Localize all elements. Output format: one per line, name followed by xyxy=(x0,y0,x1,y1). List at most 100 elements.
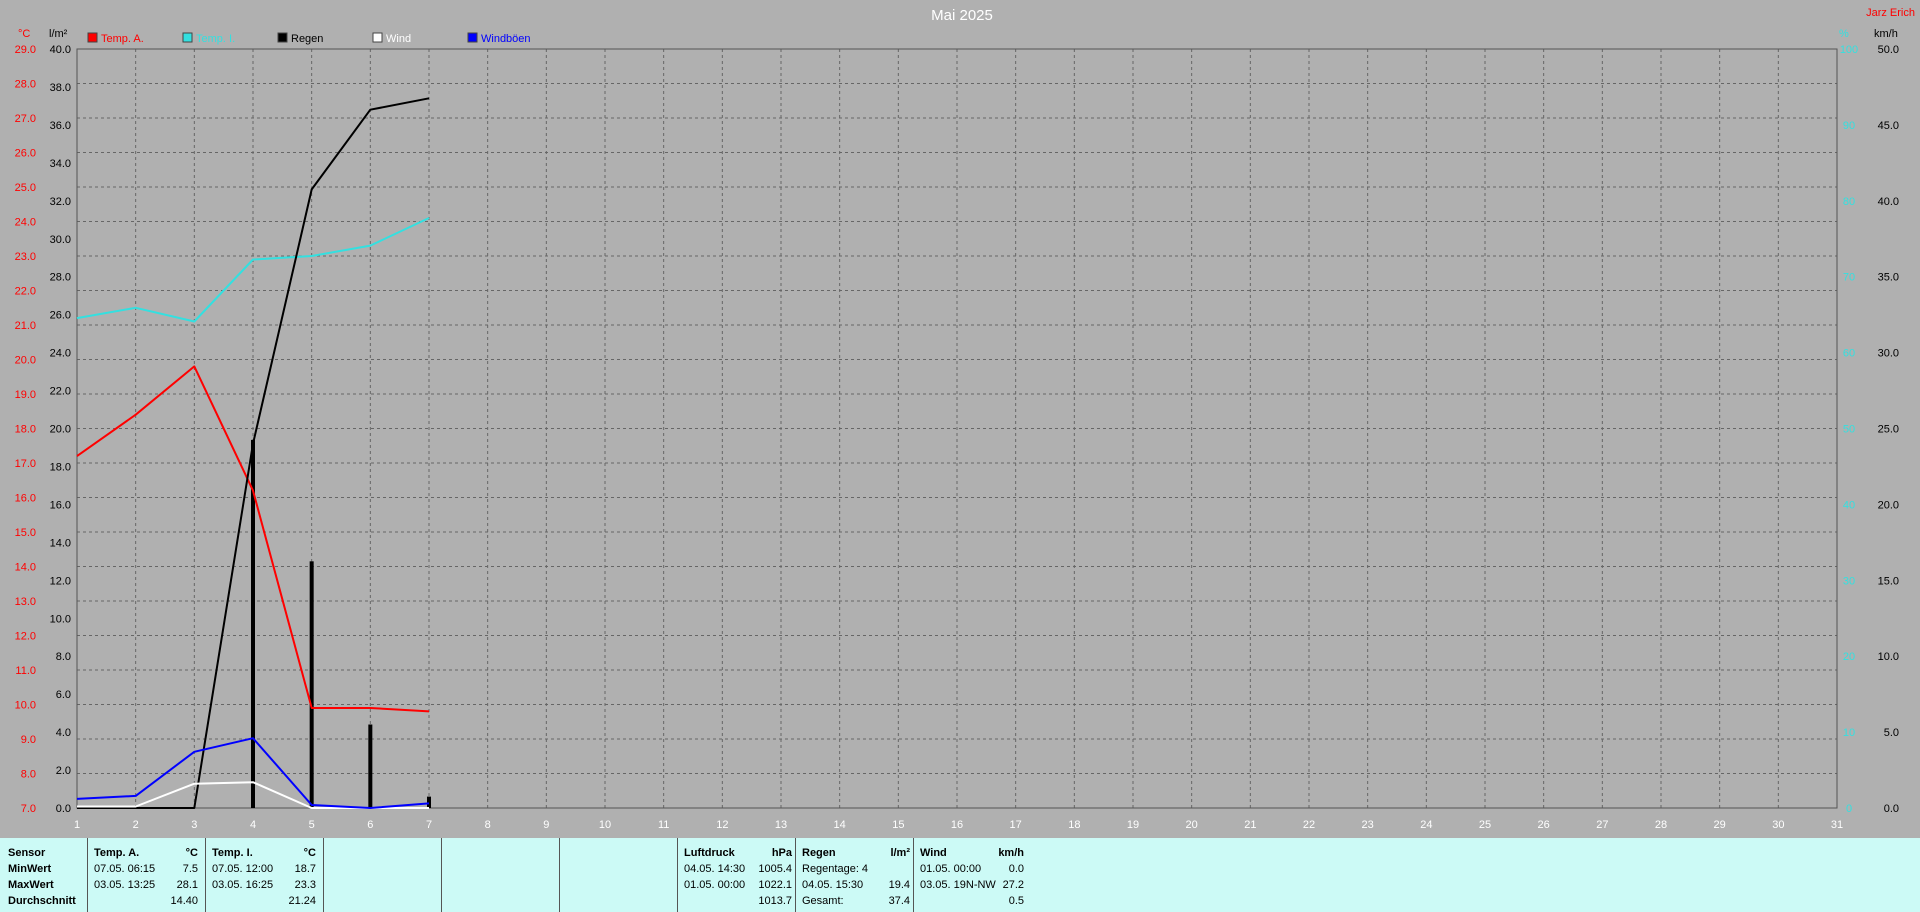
x-tick-label: 8 xyxy=(485,819,491,831)
legend-swatch xyxy=(87,32,98,43)
legend-label: Windböen xyxy=(481,33,531,45)
humidity-tick-label: 70 xyxy=(1843,272,1855,284)
temp-tick-label: 18.0 xyxy=(15,424,36,436)
wind-tick-label: 45.0 xyxy=(1878,120,1899,132)
legend-swatch xyxy=(277,32,288,43)
statistics-panel: Sensor MinWert MaxWert Durchschnitt Temp… xyxy=(0,838,1920,912)
wind-tick-label: 50.0 xyxy=(1878,44,1899,56)
temp-i-avg-value: 21.24 xyxy=(288,895,316,907)
wind-min-value: 0.0 xyxy=(1008,863,1024,875)
rain-axis-unit: l/m² xyxy=(49,28,68,40)
avg-row-label: Durchschnitt xyxy=(8,895,76,907)
wind-max-value: 27.2 xyxy=(1002,879,1024,891)
regen-title: Regen xyxy=(802,847,836,859)
temp-a-avg-value: 14.40 xyxy=(170,895,198,907)
wind-unit: km/h xyxy=(998,847,1024,859)
temp-tick-label: 23.0 xyxy=(15,251,36,263)
x-tick-label: 2 xyxy=(133,819,139,831)
temp-tick-label: 29.0 xyxy=(15,44,36,56)
temp-tick-label: 20.0 xyxy=(15,355,36,367)
temp-i-min-time: 07.05. 12:00 xyxy=(212,863,274,875)
wind-tick-label: 15.0 xyxy=(1878,575,1899,587)
wind-tick-label: 10.0 xyxy=(1878,651,1899,663)
rain-tick-label: 28.0 xyxy=(50,272,71,284)
rain-tick-label: 36.0 xyxy=(50,120,71,132)
wind-tick-label: 20.0 xyxy=(1878,499,1899,511)
x-tick-label: 30 xyxy=(1772,819,1784,831)
x-tick-label: 26 xyxy=(1538,819,1550,831)
legend-label: Regen xyxy=(291,33,323,45)
x-tick-label: 11 xyxy=(658,819,669,831)
x-tick-label: 20 xyxy=(1186,819,1198,831)
rain-bar xyxy=(427,796,431,808)
luftdruck-min-time: 04.05. 14:30 xyxy=(684,863,746,875)
wind-axis-unit: km/h xyxy=(1874,28,1898,40)
wind-title: Wind xyxy=(920,847,947,859)
x-tick-label: 29 xyxy=(1714,819,1726,831)
temp-tick-label: 25.0 xyxy=(15,182,36,194)
x-tick-label: 23 xyxy=(1362,819,1374,831)
temp-tick-label: 16.0 xyxy=(15,493,36,505)
rain-tick-label: 38.0 xyxy=(50,82,71,94)
regen-max-time: 04.05. 15:30 xyxy=(802,879,864,891)
humidity-tick-label: 20 xyxy=(1843,651,1855,663)
temp-tick-label: 10.0 xyxy=(15,700,36,712)
rain-tick-label: 2.0 xyxy=(56,765,71,777)
rain-tick-label: 16.0 xyxy=(50,499,71,511)
humidity-tick-label: 0 xyxy=(1846,803,1852,815)
regen-total-label: Gesamt: xyxy=(802,895,844,907)
min-row-label: MinWert xyxy=(8,863,52,875)
corner-label: Jarz Erich xyxy=(1866,7,1915,19)
x-tick-label: 3 xyxy=(191,819,197,831)
temp-tick-label: 9.0 xyxy=(21,734,36,746)
x-tick-label: 5 xyxy=(309,819,315,831)
x-tick-label: 13 xyxy=(775,819,787,831)
temp-tick-label: 13.0 xyxy=(15,596,36,608)
x-tick-label: 10 xyxy=(599,819,611,831)
wind-max-time: 03.05. 19N-NW xyxy=(920,879,996,891)
temp-tick-label: 8.0 xyxy=(21,769,36,781)
x-tick-label: 24 xyxy=(1420,819,1432,831)
rain-tick-label: 18.0 xyxy=(50,461,71,473)
x-tick-label: 27 xyxy=(1596,819,1608,831)
rain-tick-label: 12.0 xyxy=(50,575,71,587)
rain-bar xyxy=(309,561,314,808)
rain-tick-label: 4.0 xyxy=(56,727,71,739)
luftdruck-unit: hPa xyxy=(771,847,792,859)
temp-tick-label: 21.0 xyxy=(15,320,36,332)
x-tick-label: 19 xyxy=(1127,819,1139,831)
x-tick-label: 17 xyxy=(1010,819,1022,831)
legend-swatch xyxy=(182,32,193,43)
rain-tick-label: 32.0 xyxy=(50,196,71,208)
temp-i-min-value: 18.7 xyxy=(294,863,316,875)
empty-column-2 xyxy=(441,838,560,912)
x-tick-label: 18 xyxy=(1068,819,1080,831)
regen-days: Regentage: 4 xyxy=(802,863,869,875)
temp-i-max-time: 03.05. 16:25 xyxy=(212,879,274,891)
temp-tick-label: 27.0 xyxy=(15,113,36,125)
rain-tick-label: 34.0 xyxy=(50,158,71,170)
temp-tick-label: 14.0 xyxy=(15,562,36,574)
x-tick-label: 12 xyxy=(716,819,728,831)
x-tick-label: 25 xyxy=(1479,819,1491,831)
max-row-label: MaxWert xyxy=(8,879,54,891)
wind-tick-label: 35.0 xyxy=(1878,272,1899,284)
humidity-tick-label: 30 xyxy=(1843,575,1855,587)
rain-tick-label: 10.0 xyxy=(50,613,71,625)
humidity-axis-unit: % xyxy=(1839,28,1849,40)
wind-tick-label: 5.0 xyxy=(1884,727,1899,739)
legend-label: Temp. I. xyxy=(196,33,235,45)
wind-tick-label: 0.0 xyxy=(1884,803,1899,815)
temp-a-column: Temp. A. °C 07.05. 06:15 7.5 03.05. 13:2… xyxy=(87,838,202,912)
wind-column: Wind km/h 01.05. 00:00 0.0 03.05. 19N-NW… xyxy=(913,838,1026,912)
humidity-tick-label: 60 xyxy=(1843,348,1855,360)
rain-tick-label: 6.0 xyxy=(56,689,71,701)
x-tick-label: 16 xyxy=(951,819,963,831)
wind-avg-value: 0.5 xyxy=(1008,895,1024,907)
rain-tick-label: 40.0 xyxy=(50,44,71,56)
temp-i-unit: °C xyxy=(303,847,316,859)
temp-a-unit: °C xyxy=(185,847,198,859)
rain-bar xyxy=(368,724,373,808)
wind-tick-label: 30.0 xyxy=(1878,348,1899,360)
temp-tick-label: 11.0 xyxy=(15,665,36,677)
